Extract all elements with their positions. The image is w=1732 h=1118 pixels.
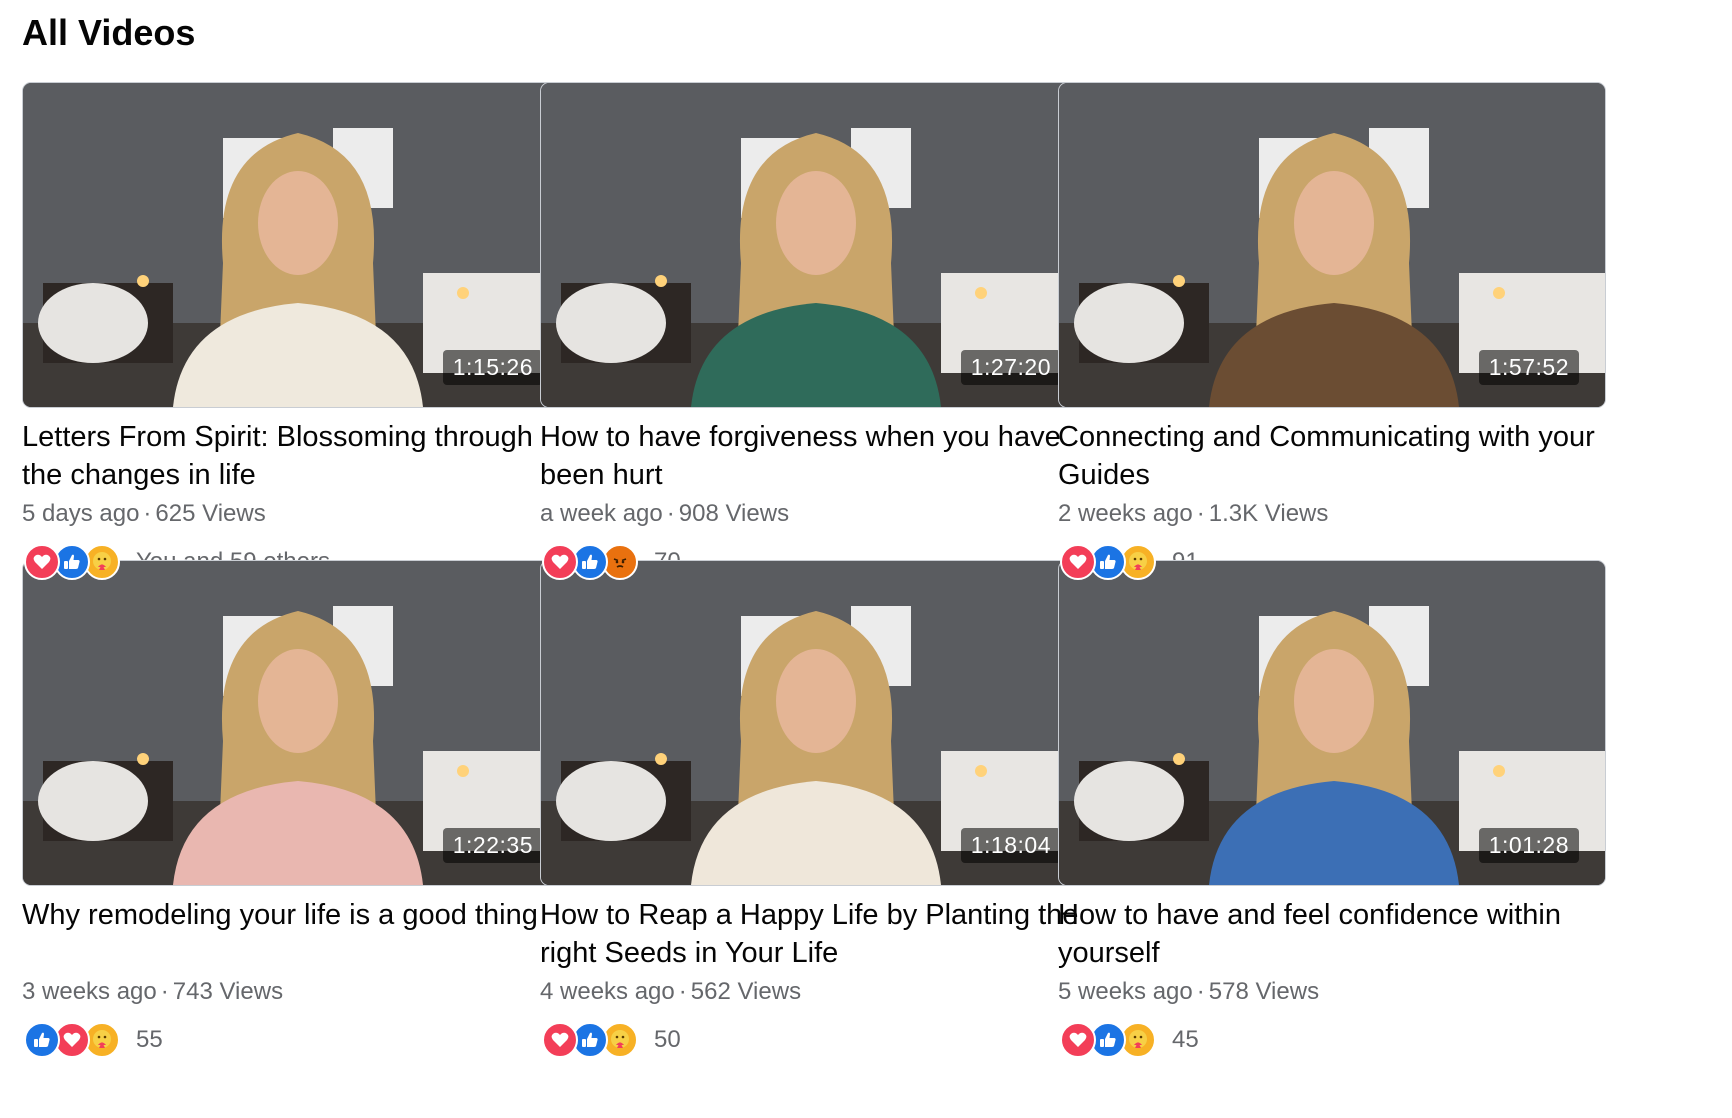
video-thumbnail[interactable]: 1:22:35 xyxy=(22,560,570,886)
video-age: 5 weeks ago xyxy=(1058,978,1193,1005)
video-thumbnail[interactable]: 1:27:20 xyxy=(540,82,1088,408)
reactions-count[interactable]: 50 xyxy=(654,1026,681,1054)
reactions-summary[interactable]: 45 xyxy=(1060,1020,1199,1060)
like-icon xyxy=(24,1022,60,1058)
video-meta: 4 weeks ago · 562 Views xyxy=(540,978,801,1006)
video-title[interactable]: Letters From Spirit: Blossoming through … xyxy=(22,418,562,494)
video-card-4[interactable]: 1:22:35 Why remodeling your life is a go… xyxy=(22,560,570,1080)
video-title[interactable]: Why remodeling your life is a good thing xyxy=(22,896,562,934)
video-views: 562 Views xyxy=(690,978,802,1005)
video-card-5[interactable]: 1:18:04 How to Reap a Happy Life by Plan… xyxy=(540,560,1088,1080)
heart-icon xyxy=(1060,1022,1096,1058)
reactions-count[interactable]: 45 xyxy=(1172,1026,1199,1054)
video-card-1[interactable]: 1:15:26 Letters From Spirit: Blossoming … xyxy=(22,82,570,602)
video-age: 4 weeks ago xyxy=(540,978,675,1005)
meta-separator: · xyxy=(160,978,169,1005)
reactions-summary[interactable]: 50 xyxy=(542,1020,681,1060)
reactions-count[interactable]: 55 xyxy=(136,1026,163,1054)
meta-separator: · xyxy=(666,500,675,527)
video-meta: 5 days ago · 625 Views xyxy=(22,500,266,528)
video-duration: 1:22:35 xyxy=(442,828,543,863)
video-duration: 1:27:20 xyxy=(960,350,1061,385)
video-views: 578 Views xyxy=(1208,978,1320,1005)
video-title[interactable]: How to have and feel confidence within y… xyxy=(1058,896,1598,972)
video-views: 743 Views xyxy=(172,978,284,1005)
video-views: 908 Views xyxy=(678,500,790,527)
video-age: 5 days ago xyxy=(22,500,140,527)
video-title[interactable]: How to have forgiveness when you have be… xyxy=(540,418,1080,494)
reactions-summary[interactable]: 55 xyxy=(24,1020,163,1060)
page-title: All Videos xyxy=(22,12,196,53)
video-meta: 2 weeks ago · 1.3K Views xyxy=(1058,500,1328,528)
video-title[interactable]: Connecting and Communicating with your G… xyxy=(1058,418,1598,494)
heart-icon xyxy=(542,544,578,580)
video-duration: 1:15:26 xyxy=(442,350,543,385)
video-duration: 1:01:28 xyxy=(1478,828,1579,863)
video-title[interactable]: How to Reap a Happy Life by Planting the… xyxy=(540,896,1080,972)
meta-separator: · xyxy=(143,500,152,527)
meta-separator: · xyxy=(1196,500,1205,527)
video-thumbnail[interactable]: 1:15:26 xyxy=(22,82,570,408)
video-age: 2 weeks ago xyxy=(1058,500,1193,527)
video-meta: 5 weeks ago · 578 Views xyxy=(1058,978,1319,1006)
meta-separator: · xyxy=(678,978,687,1005)
video-thumbnail[interactable]: 1:57:52 xyxy=(1058,82,1606,408)
video-thumbnail[interactable]: 1:01:28 xyxy=(1058,560,1606,886)
video-card-6[interactable]: 1:01:28 How to have and feel confidence … xyxy=(1058,560,1606,1080)
heart-icon xyxy=(542,1022,578,1058)
heart-icon xyxy=(1060,544,1096,580)
video-duration: 1:57:52 xyxy=(1478,350,1579,385)
video-meta: 3 weeks ago · 743 Views xyxy=(22,978,283,1006)
video-views: 1.3K Views xyxy=(1208,500,1329,527)
video-duration: 1:18:04 xyxy=(960,828,1061,863)
video-card-2[interactable]: 1:27:20 How to have forgiveness when you… xyxy=(540,82,1088,602)
video-views: 625 Views xyxy=(155,500,266,527)
heart-icon xyxy=(24,544,60,580)
video-thumbnail[interactable]: 1:18:04 xyxy=(540,560,1088,886)
video-meta: a week ago · 908 Views xyxy=(540,500,789,528)
video-age: a week ago xyxy=(540,500,663,527)
meta-separator: · xyxy=(1196,978,1205,1005)
video-age: 3 weeks ago xyxy=(22,978,157,1005)
video-card-3[interactable]: 1:57:52 Connecting and Communicating wit… xyxy=(1058,82,1606,602)
